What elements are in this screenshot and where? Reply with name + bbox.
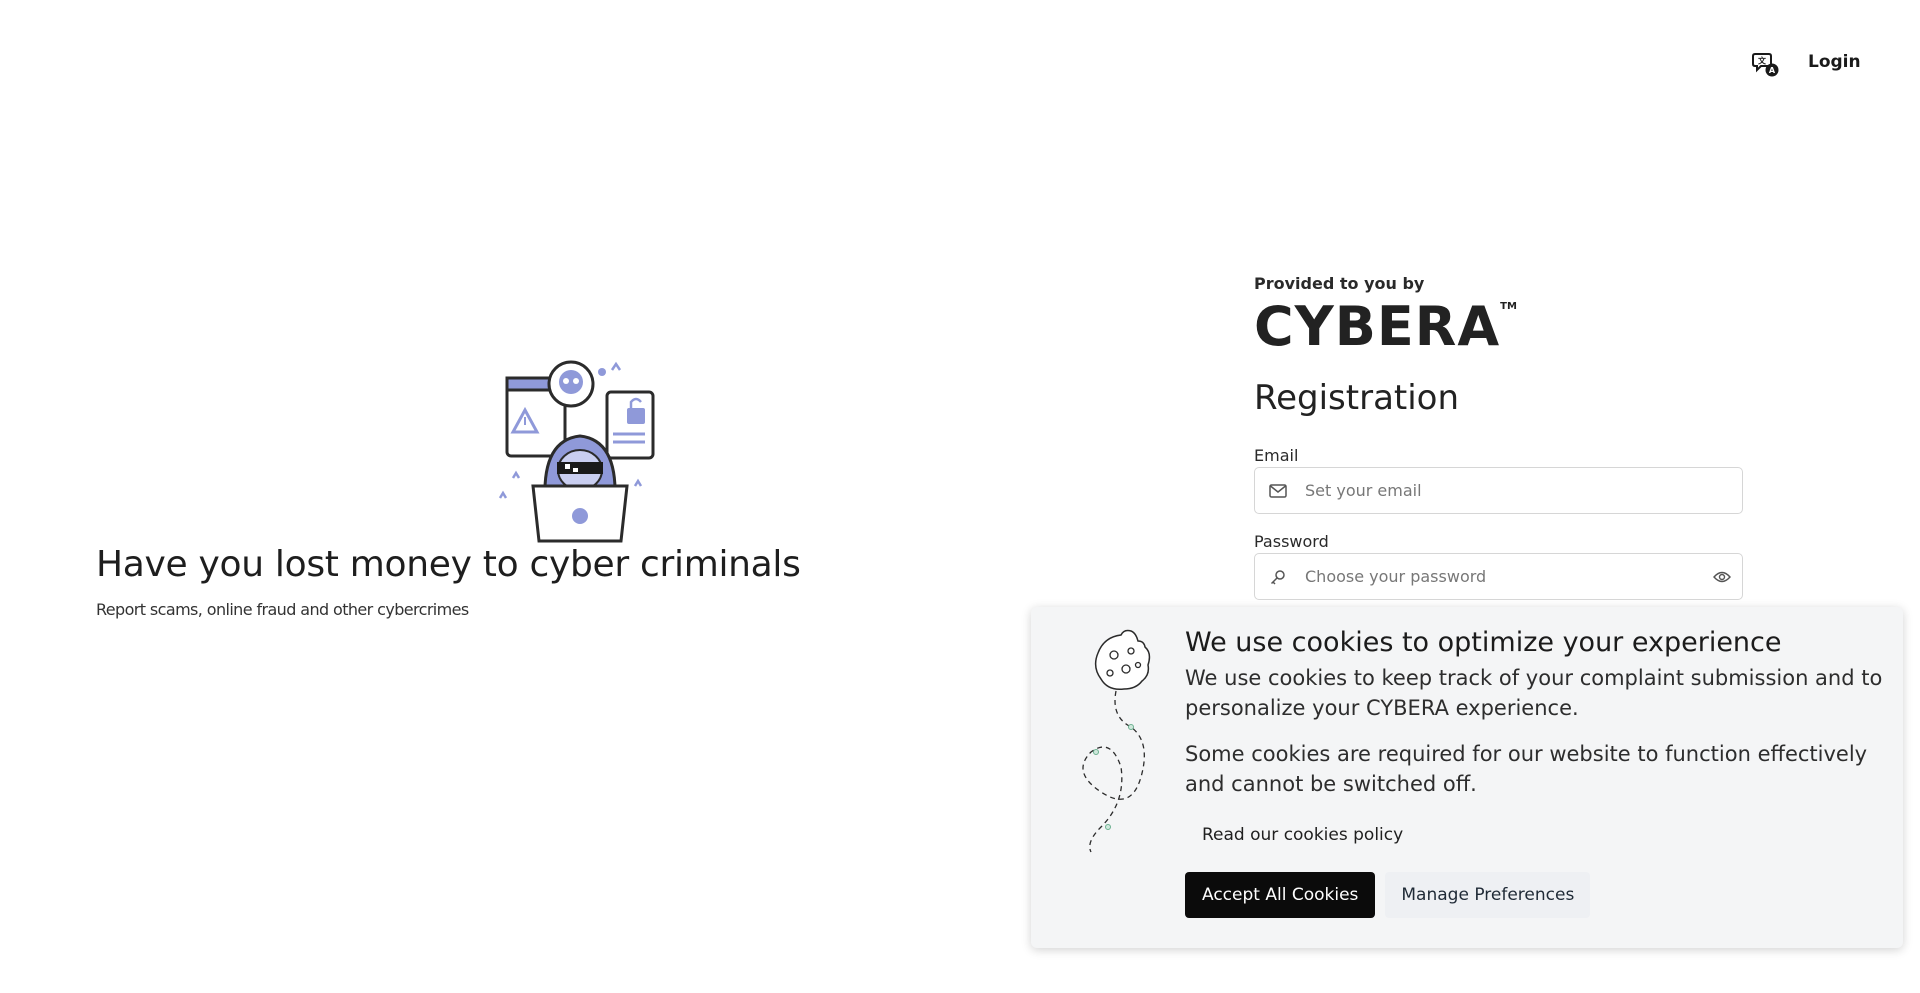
translate-icon: 文 A: [1752, 53, 1779, 77]
hero-subtitle: Report scams, online fraud and other cyb…: [96, 600, 469, 619]
email-field-wrapper: [1254, 467, 1743, 514]
envelope-icon: [1255, 483, 1295, 498]
email-label: Email: [1254, 446, 1299, 465]
page-title: Registration: [1254, 378, 1460, 418]
svg-text:A: A: [1769, 66, 1776, 75]
cookie-banner: We use cookies to optimize your experien…: [1031, 607, 1903, 948]
trademark-mark: TM: [1500, 301, 1517, 312]
language-button[interactable]: 文 A: [1751, 49, 1781, 79]
cookie-description: We use cookies to keep track of your com…: [1185, 666, 1883, 721]
provided-by-text: Provided to you by: [1254, 274, 1425, 293]
email-input[interactable]: [1295, 481, 1742, 500]
manage-preferences-button[interactable]: Manage Preferences: [1385, 872, 1591, 919]
top-bar: 文 A Login: [0, 44, 1920, 84]
password-input[interactable]: [1295, 567, 1702, 586]
cookie-required-note: Some cookies are required for our websit…: [1185, 742, 1868, 797]
accept-all-cookies-button[interactable]: Accept All Cookies: [1185, 872, 1376, 919]
eye-icon[interactable]: [1702, 571, 1742, 583]
svg-text:文: 文: [1758, 56, 1767, 66]
hacker-laptop-illustration: [495, 358, 665, 544]
cookie-content: We use cookies to optimize your experien…: [1185, 627, 1885, 919]
cookies-policy-link[interactable]: Read our cookies policy: [1202, 825, 1403, 845]
cookie-trail-illustration: [1056, 627, 1156, 867]
cookie-buttons: Accept All Cookies Manage Preferences: [1185, 872, 1885, 919]
brand-name: CYBERA: [1254, 295, 1501, 358]
hero-title: Have you lost money to cyber criminals: [96, 544, 801, 585]
password-field-wrapper: [1254, 553, 1743, 600]
brand-logo: CYBERATM: [1254, 300, 1517, 354]
password-label: Password: [1254, 532, 1329, 551]
cookie-title: We use cookies to optimize your experien…: [1185, 627, 1782, 658]
key-icon: [1255, 569, 1295, 585]
login-link[interactable]: Login: [1808, 52, 1861, 72]
